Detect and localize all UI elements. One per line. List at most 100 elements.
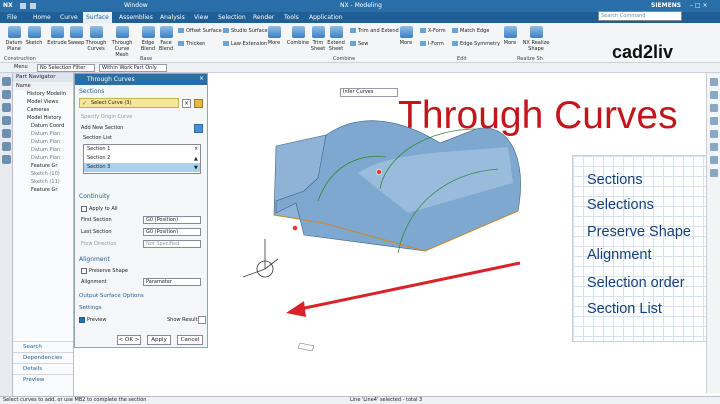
x-form-button[interactable]: X-Form [420, 28, 446, 35]
menu-application[interactable]: Application [306, 12, 346, 23]
tree-item[interactable]: Sketch (11) [13, 178, 73, 186]
remove-section-icon[interactable]: × [194, 146, 198, 152]
tree-item[interactable]: Datum Plan [13, 154, 73, 162]
name-column-header[interactable]: Name [13, 82, 73, 90]
history-icon[interactable] [2, 129, 11, 138]
reuse-library-icon[interactable] [2, 116, 11, 125]
studio-surface-button[interactable]: Studio Surface [223, 28, 268, 35]
fit-view-icon[interactable] [710, 78, 718, 86]
roles-icon[interactable] [2, 155, 11, 164]
list-item[interactable]: Section 1 [84, 145, 200, 154]
trim-and-extend-button[interactable]: Trim and Extend [350, 28, 399, 35]
tree-item[interactable]: Feature Gr [13, 186, 73, 194]
menu-assemblies[interactable]: Assemblies [116, 12, 156, 23]
curve-rule-icon[interactable] [194, 99, 203, 108]
menu-selection[interactable]: Selection [215, 12, 249, 23]
alignment-select[interactable]: Parameter [143, 278, 201, 286]
nx-realize-shape-button[interactable]: NX Realize Shape [520, 26, 552, 59]
output-surface-options-header[interactable]: Output Surface Options [79, 293, 144, 299]
through-curves-button[interactable]: Through Curves [84, 26, 108, 59]
section-list-header[interactable]: Section List [83, 135, 112, 141]
part-nav-icon[interactable] [2, 103, 11, 112]
save-icon[interactable] [20, 3, 26, 9]
zoom-icon[interactable] [710, 91, 718, 99]
tree-item[interactable]: Cameras [13, 106, 73, 114]
list-item[interactable]: Section 2 [84, 154, 200, 163]
web-browser-icon[interactable] [2, 142, 11, 151]
tree-item[interactable]: Datum Plan [13, 138, 73, 146]
menu-view[interactable]: View [191, 12, 211, 23]
list-item[interactable]: Section 3 [84, 163, 200, 172]
tree-item[interactable]: Datum Coord [13, 122, 73, 130]
first-section-select[interactable]: G0 (Position) [143, 216, 201, 224]
preview-checkbox[interactable] [79, 317, 85, 323]
settings-header[interactable]: Settings [79, 305, 102, 311]
dialog-close-icon[interactable]: × [199, 75, 204, 82]
window-controls[interactable]: – □ × [690, 0, 708, 12]
constraint-nav-icon[interactable] [2, 90, 11, 99]
reverse-direction-icon[interactable]: × [182, 99, 191, 108]
alignment-group-header[interactable]: Alignment [79, 256, 110, 263]
pan-icon[interactable] [710, 117, 718, 125]
panel-search[interactable]: Search [13, 341, 73, 352]
tree-item[interactable]: Model History [13, 114, 73, 122]
i-form-button[interactable]: I-Form [420, 41, 444, 48]
thicken-button[interactable]: Thicken [178, 41, 205, 48]
flow-direction-select[interactable]: Not Specified [143, 240, 201, 248]
tree-item[interactable]: Feature Gr [13, 162, 73, 170]
apply-to-all-checkbox[interactable] [81, 206, 87, 212]
preserve-shape-checkbox[interactable] [81, 268, 87, 274]
move-down-icon[interactable]: ▼ [194, 165, 198, 171]
assembly-nav-icon[interactable] [2, 77, 11, 86]
panel-details[interactable]: Details [13, 363, 73, 374]
search-input[interactable]: Search Command [598, 11, 682, 21]
more-button-1[interactable]: More [262, 26, 286, 59]
sketch-button[interactable]: Sketch [22, 26, 46, 59]
wireframe-icon[interactable] [710, 143, 718, 151]
panel-dependencies[interactable]: Dependencies [13, 352, 73, 363]
panel-preview[interactable]: Preview [13, 374, 73, 385]
tree-item[interactable]: Model Views [13, 98, 73, 106]
infer-curves-select[interactable]: Infer Curves [340, 88, 398, 97]
shaded-icon[interactable] [710, 130, 718, 138]
menu-surface[interactable]: Surface [83, 12, 112, 23]
orient-view-icon[interactable] [710, 156, 718, 164]
selection-filter-select[interactable]: No Selection Filter [37, 64, 95, 72]
add-section-icon[interactable] [194, 124, 203, 133]
menu-file[interactable]: File [4, 12, 20, 23]
undo-icon[interactable] [30, 3, 36, 9]
extend-sheet-button[interactable]: Extend Sheet [324, 26, 348, 59]
menu-button[interactable]: Menu [14, 64, 28, 70]
through-curve-mesh-button[interactable]: Through Curve Mesh [110, 26, 134, 59]
apply-button[interactable]: Apply [147, 335, 171, 345]
more-button-2[interactable]: More [394, 26, 418, 59]
tree-item[interactable]: Datum Plan [13, 130, 73, 138]
law-extension-button[interactable]: Law Extension [223, 41, 267, 48]
menu-analysis[interactable]: Analysis [157, 12, 188, 23]
tree-item[interactable]: Sketch (10) [13, 170, 73, 178]
select-curve-row[interactable]: ✓ Select Curve (3) [79, 98, 179, 108]
window-menu[interactable]: Window [124, 0, 148, 12]
tree-item[interactable]: History Modelin [13, 90, 73, 98]
ok-button[interactable]: < OK > [117, 335, 141, 345]
last-section-select[interactable]: G0 (Position) [143, 228, 201, 236]
cancel-button[interactable]: Cancel [177, 335, 203, 345]
menu-home[interactable]: Home [30, 12, 54, 23]
move-up-icon[interactable]: ▲ [194, 156, 198, 162]
edge-symmetry-button[interactable]: Edge Symmetry [452, 41, 500, 48]
face-blend-button[interactable]: Face Blend [154, 26, 178, 59]
match-edge-button[interactable]: Match Edge [452, 28, 489, 35]
more-button-3[interactable]: More [498, 26, 522, 59]
sew-button[interactable]: Sew [350, 41, 368, 48]
sections-group-header[interactable]: Sections [79, 88, 104, 95]
section-view-icon[interactable] [710, 169, 718, 177]
selection-scope-select[interactable]: Within Work Part Only [99, 64, 167, 72]
show-result-icon[interactable] [198, 316, 206, 324]
menu-tools[interactable]: Tools [281, 12, 302, 23]
rotate-icon[interactable] [710, 104, 718, 112]
tree-item[interactable]: Datum Plan [13, 146, 73, 154]
continuity-group-header[interactable]: Continuity [79, 193, 110, 200]
menu-curve[interactable]: Curve [57, 12, 81, 23]
offset-surface-button[interactable]: Offset Surface [178, 28, 222, 35]
menu-render[interactable]: Render [250, 12, 277, 23]
